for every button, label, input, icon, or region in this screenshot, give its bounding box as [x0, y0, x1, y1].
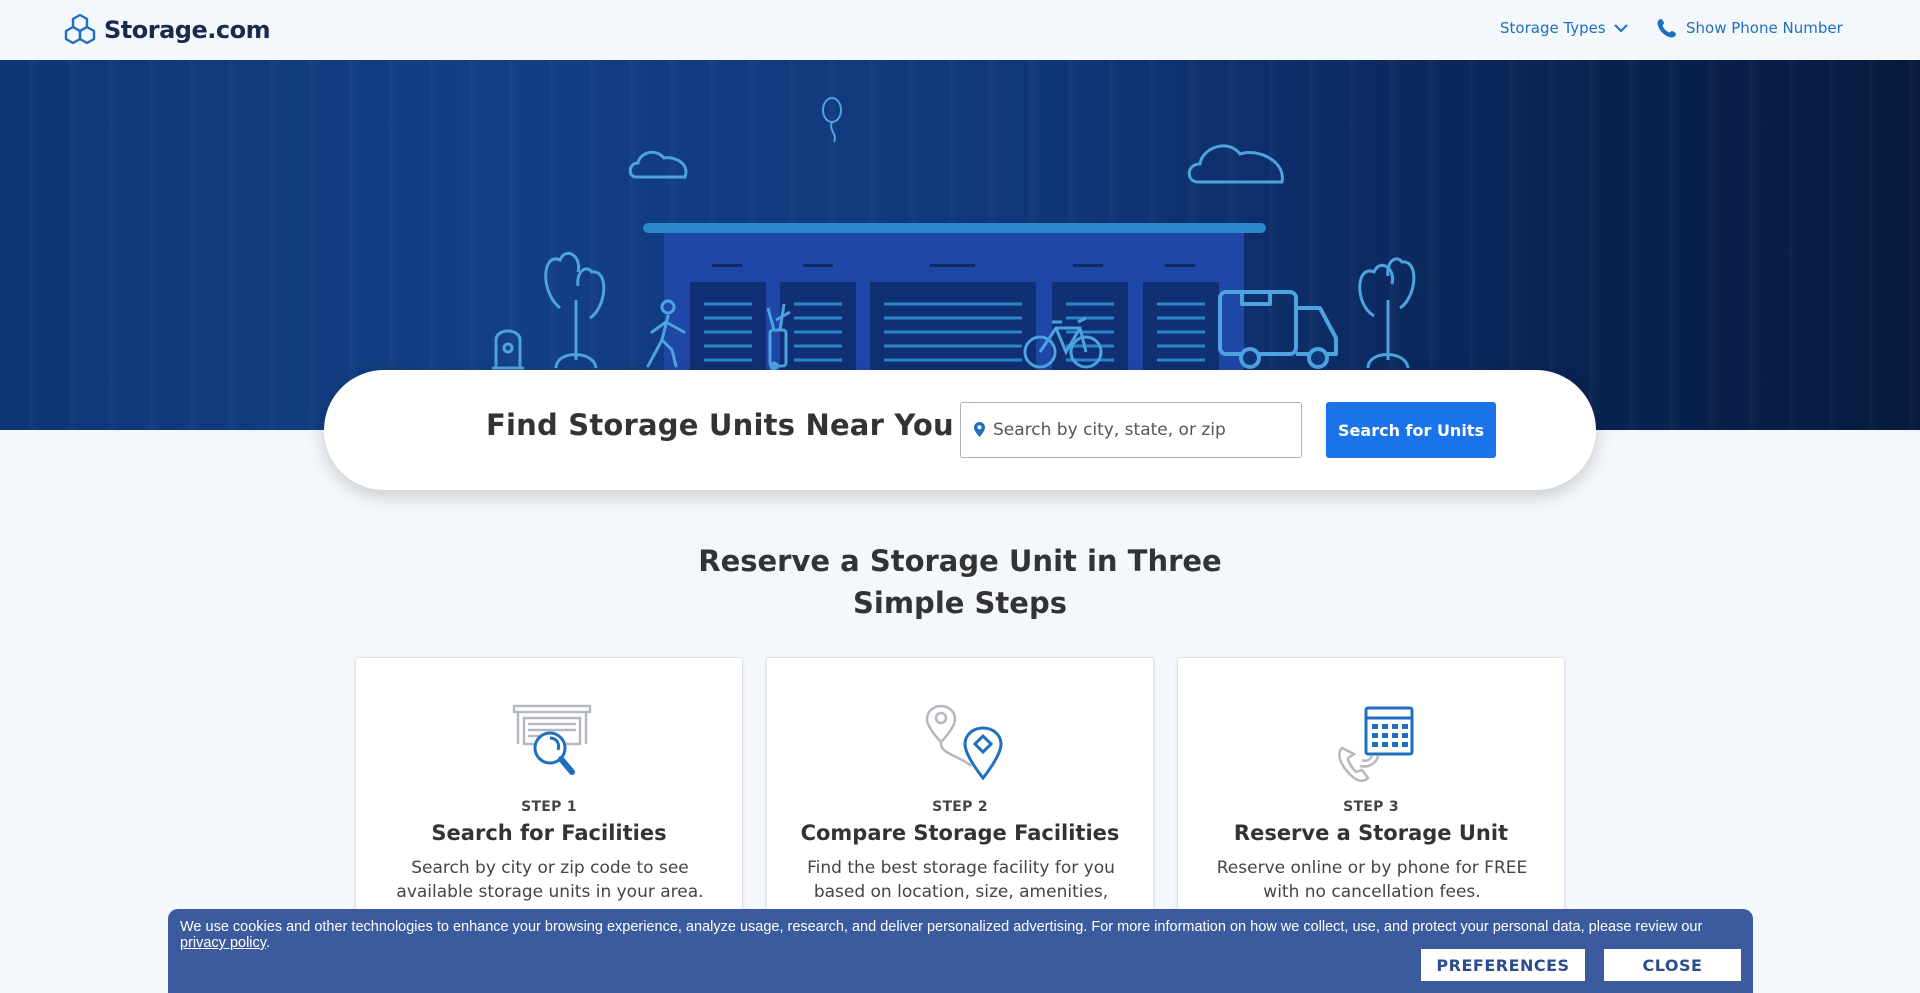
step-title: Reserve a Storage Unit — [1233, 821, 1509, 845]
hydrant-icon — [492, 329, 524, 370]
calendar-phone-icon — [1338, 706, 1414, 782]
cookie-text: We use cookies and other technologies to… — [180, 919, 1703, 935]
step-label: STEP 2 — [932, 799, 988, 815]
map-pin-compare-icon — [925, 704, 1003, 781]
logo-cubes-icon — [64, 13, 96, 45]
privacy-policy-link[interactable]: privacy policy — [180, 935, 266, 951]
cookie-preferences-button[interactable]: PREFERENCES — [1421, 949, 1585, 981]
tree-icon — [1358, 257, 1416, 369]
search-input[interactable] — [993, 403, 1293, 457]
step-label: STEP 3 — [1343, 799, 1399, 815]
site-header: Storage.com Storage Types Show Phone Num… — [0, 0, 1920, 60]
cloud-icon — [628, 144, 1284, 184]
step-title: Search for Facilities — [431, 821, 667, 845]
cookie-message: We use cookies and other technologies to… — [180, 919, 1740, 951]
location-pin-icon — [974, 422, 985, 437]
step-description: Search by city or zip code to see availa… — [396, 858, 704, 902]
balloon-icon — [822, 97, 842, 143]
cookie-text-end: . — [265, 935, 270, 951]
logo-text: Storage.com — [104, 16, 271, 44]
steps-heading: Reserve a Storage Unit in Three Simple S… — [660, 540, 1260, 624]
show-phone-number-link[interactable]: Show Phone Number — [1657, 18, 1843, 38]
phone-icon — [1657, 19, 1676, 38]
step-label: STEP 1 — [521, 799, 577, 815]
steps-heading-line2: Simple Steps — [853, 586, 1067, 620]
step-description: Find the best storage facility for you b… — [807, 858, 1115, 902]
search-card: Find Storage Units Near You Search for U… — [324, 370, 1596, 490]
show-phone-number-label: Show Phone Number — [1686, 19, 1843, 37]
step-title: Compare Storage Facilities — [800, 821, 1120, 845]
logo[interactable]: Storage.com — [62, 12, 271, 48]
storage-types-label: Storage Types — [1500, 19, 1606, 37]
chevron-down-icon — [1614, 24, 1628, 33]
cookie-banner: We use cookies and other technologies to… — [168, 909, 1753, 993]
step-description: Reserve online or by phone for FREE with… — [1216, 858, 1528, 902]
storage-search-icon — [512, 704, 592, 775]
search-title: Find Storage Units Near You — [486, 408, 954, 442]
search-field[interactable] — [960, 402, 1302, 458]
search-for-units-button[interactable]: Search for Units — [1326, 402, 1496, 458]
storage-types-menu[interactable]: Storage Types — [1500, 19, 1628, 37]
cookie-close-button[interactable]: CLOSE — [1604, 949, 1741, 981]
steps-heading-line1: Reserve a Storage Unit in Three — [698, 544, 1222, 578]
tree-icon — [544, 251, 606, 369]
